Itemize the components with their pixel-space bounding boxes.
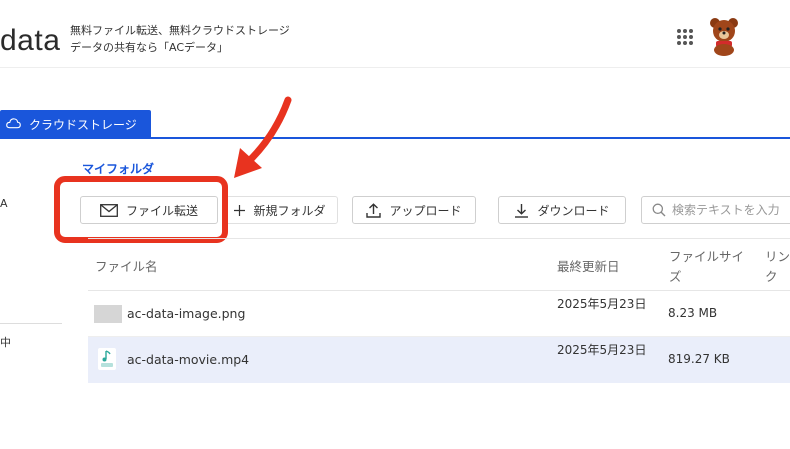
download-button[interactable]: ダウンロード xyxy=(498,196,626,224)
search-input[interactable] xyxy=(672,203,790,217)
highlight-box xyxy=(54,176,228,243)
tagline-line-1: 無料ファイル転送、無料クラウドストレージ xyxy=(70,24,290,37)
search-box[interactable] xyxy=(641,196,790,224)
tab-cloud-storage[interactable]: クラウドストレージ xyxy=(0,110,151,139)
tagline: 無料ファイル転送、無料クラウドストレージ データの共有なら「ACデータ」 xyxy=(70,22,290,56)
image-file-icon xyxy=(94,305,122,323)
new-folder-button[interactable]: 新規フォルダ xyxy=(222,196,338,224)
new-folder-label: 新規フォルダ xyxy=(253,203,326,218)
file-name[interactable]: ac-data-movie.mp4 xyxy=(127,352,249,367)
annotation-arrow xyxy=(234,96,292,178)
tab-label: クラウドストレージ xyxy=(29,118,137,132)
bear-avatar-icon[interactable] xyxy=(708,16,740,56)
apps-grid-icon[interactable] xyxy=(677,29,693,45)
column-header-size[interactable]: ファイルサイズ xyxy=(669,247,749,287)
upload-label: アップロード xyxy=(389,203,462,218)
column-header-name[interactable]: ファイル名 xyxy=(95,257,158,277)
upload-icon xyxy=(366,202,382,218)
tagline-line-2: データの共有なら「ACデータ」 xyxy=(70,41,229,54)
table-row[interactable]: ac-data-image.png 2025年5月23日 8.23 MB xyxy=(88,291,790,337)
plus-icon xyxy=(234,204,246,216)
cloud-icon xyxy=(6,117,21,132)
sidebar-fragment[interactable]: A xyxy=(0,197,8,210)
sidebar-divider xyxy=(0,323,62,324)
brand-logo[interactable]: data xyxy=(0,24,60,58)
file-date: 2025年5月23日 xyxy=(557,297,647,311)
column-header-date[interactable]: 最終更新日 xyxy=(557,257,620,277)
download-icon xyxy=(515,203,529,218)
sidebar-fragment[interactable]: 中 xyxy=(0,334,11,350)
upload-button[interactable]: アップロード xyxy=(352,196,476,224)
table-top-divider xyxy=(88,238,790,239)
column-header-link[interactable]: リンク xyxy=(765,247,790,287)
table-row[interactable]: ac-data-movie.mp4 2025年5月23日 819.27 KB xyxy=(88,337,790,383)
search-icon xyxy=(652,203,666,217)
download-label: ダウンロード xyxy=(537,203,610,218)
file-size: 8.23 MB xyxy=(668,306,718,320)
file-name[interactable]: ac-data-image.png xyxy=(127,306,245,321)
file-date: 2025年5月23日 xyxy=(557,343,647,357)
tab-underline xyxy=(0,137,790,139)
file-size: 819.27 KB xyxy=(668,352,730,366)
mp4-file-icon xyxy=(98,348,116,370)
header-divider xyxy=(0,67,790,68)
breadcrumb[interactable]: マイフォルダ xyxy=(82,160,154,177)
